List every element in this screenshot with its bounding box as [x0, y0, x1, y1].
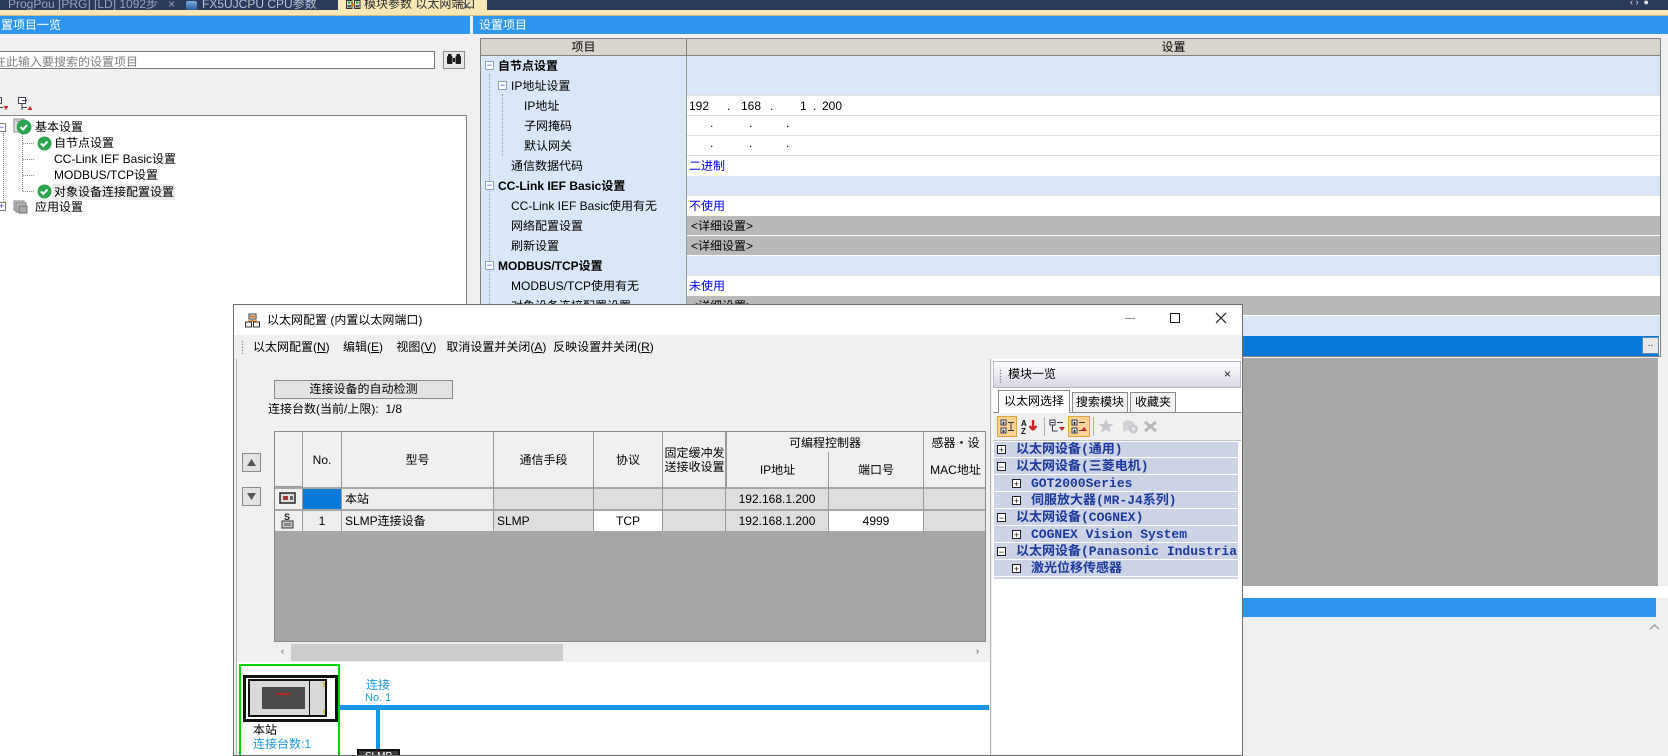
svg-text:Z: Z	[1021, 427, 1026, 436]
